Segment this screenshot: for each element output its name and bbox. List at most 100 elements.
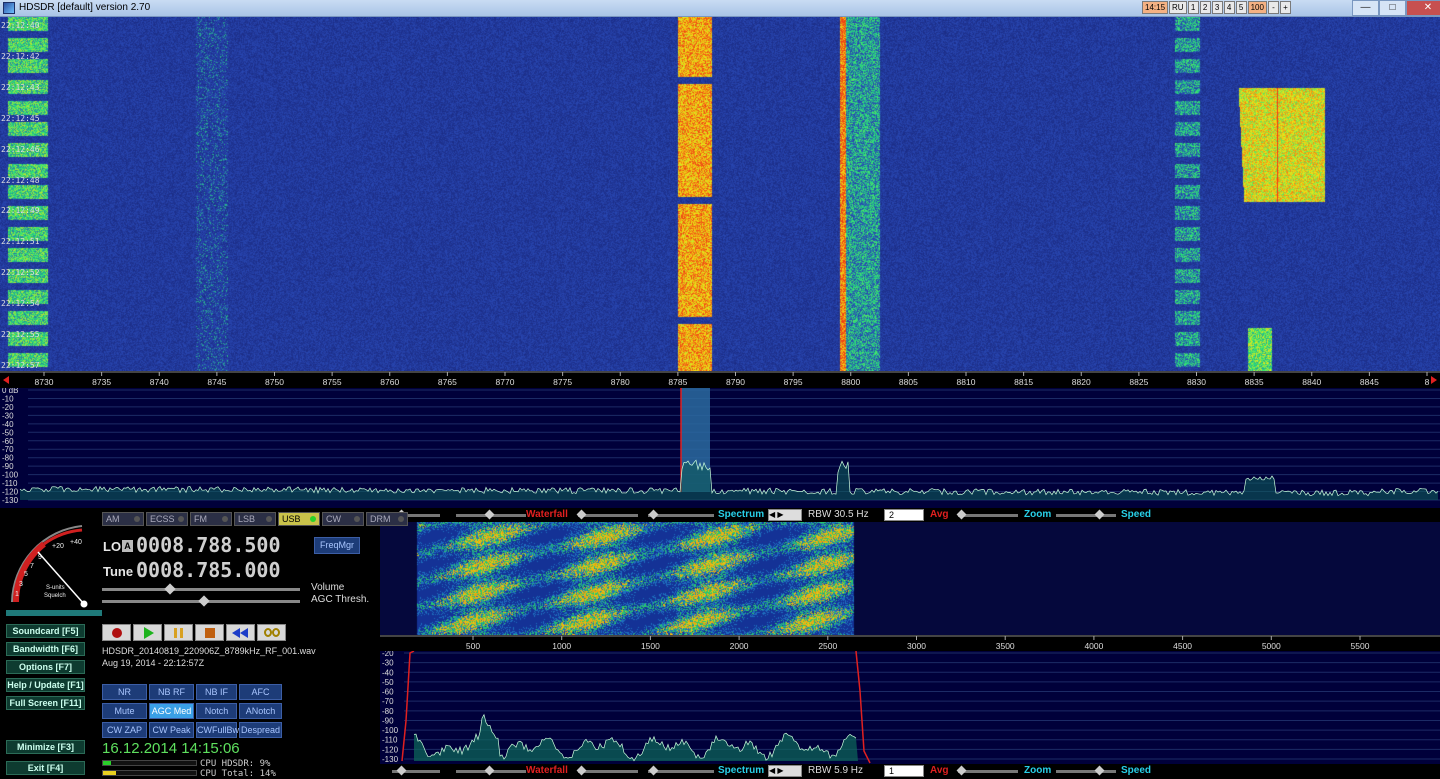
rf-avg-select[interactable]: 2 <box>884 509 924 521</box>
bandwidth-button[interactable]: Bandwidth [F6] <box>6 642 85 656</box>
preset-3-button[interactable]: 3 <box>1211 1 1223 14</box>
loop-icon[interactable] <box>257 624 286 641</box>
af-db-label: -90 <box>382 716 394 725</box>
full-screen-button[interactable]: Full Screen [F11] <box>6 696 85 710</box>
af-freq-label: 1000 <box>552 641 571 651</box>
s-meter: +40 +20 9 7 5 3 1 S-units Squelch <box>11 525 88 608</box>
squelch-knob[interactable] <box>80 600 88 608</box>
mode-usb-button[interactable]: USB <box>278 512 320 526</box>
mute-button[interactable]: Mute <box>102 703 147 719</box>
af-rbw-stepper[interactable]: ◀ ▶ <box>768 765 802 777</box>
rewind-icon[interactable] <box>226 624 255 641</box>
clock-button[interactable]: 14:15 <box>1142 1 1169 14</box>
rf-wf-brightness-slider[interactable] <box>456 509 526 520</box>
close-icon[interactable]: ✕ <box>1406 0 1440 16</box>
minimize-button[interactable]: Minimize [F3] <box>6 740 85 754</box>
nr-button[interactable]: NR <box>102 684 147 700</box>
transport-controls <box>102 624 286 641</box>
af-spectrum[interactable]: -20-30-40-50-60-70-80-90-100-110-120-130 <box>380 651 1440 764</box>
freq-label: 8840 <box>1302 377 1321 387</box>
af-freq-label: 500 <box>466 641 480 651</box>
scroll-left-icon[interactable] <box>3 376 9 384</box>
mode-drm-button[interactable]: DRM <box>366 512 408 526</box>
af-db-label: -70 <box>382 697 394 706</box>
maximize-icon[interactable]: □ <box>1379 0 1406 16</box>
exit-button[interactable]: Exit [F4] <box>6 761 85 775</box>
af-db-label: -110 <box>382 736 398 745</box>
language-button[interactable]: RU <box>1169 1 1187 14</box>
freq-label: 8830 <box>1187 377 1206 387</box>
mode-lsb-button[interactable]: LSB <box>234 512 276 526</box>
af-frequency-scale[interactable]: 500 1000 1500 2000 2500 3000 3500 4000 4500 5000 5… <box>380 635 1440 651</box>
nb-if-button[interactable]: NB IF <box>196 684 237 700</box>
anotch-button[interactable]: ANotch <box>239 703 282 719</box>
nb-rf-button[interactable]: NB RF <box>149 684 194 700</box>
freq-label: 8815 <box>1014 377 1033 387</box>
zoom-out-button[interactable]: - <box>1267 1 1279 14</box>
scroll-right-icon[interactable] <box>1431 376 1437 384</box>
af-zoom-slider[interactable] <box>956 765 1018 776</box>
lo-frequency-display[interactable]: 0008.788.500 <box>136 533 281 557</box>
af-avg-select[interactable]: 1 <box>884 765 924 777</box>
soundcard-button[interactable]: Soundcard [F5] <box>6 624 85 638</box>
lo-lock-button[interactable]: A <box>122 540 133 552</box>
cw-peak-button[interactable]: CW Peak <box>149 722 194 738</box>
rf-zoom-slider[interactable] <box>956 509 1018 520</box>
af-freq-label: 3500 <box>996 641 1015 651</box>
mode-fm-button[interactable]: FM <box>190 512 232 526</box>
af-waterfall[interactable] <box>380 522 1440 635</box>
zoom-percent-button[interactable]: 100 <box>1247 1 1267 14</box>
minimize-icon[interactable]: — <box>1352 0 1379 16</box>
squelch-bar[interactable] <box>6 610 102 616</box>
options-button[interactable]: Options [F7] <box>6 660 85 674</box>
zoom-in-button[interactable]: + <box>1279 1 1291 14</box>
stop-icon[interactable] <box>195 624 224 641</box>
freq-label: 8730 <box>35 377 54 387</box>
rf-spectrum[interactable]: 0 dB-10-20-30-40-50-60-70-80-90-100-110-… <box>0 388 1440 508</box>
volume-slider[interactable] <box>102 583 300 595</box>
despread-button[interactable]: Despread <box>239 722 282 738</box>
mode-ecss-button[interactable]: ECSS <box>146 512 188 526</box>
af-wf-contrast-slider[interactable] <box>392 765 440 776</box>
preset-4-button[interactable]: 4 <box>1223 1 1235 14</box>
smeter-label-7: 7 <box>30 563 34 570</box>
af-wf-brightness-slider[interactable] <box>456 765 526 776</box>
rf-sp-brightness-slider[interactable] <box>648 509 714 520</box>
tune-label: Tune <box>103 564 134 579</box>
cw-zap-button[interactable]: CW ZAP <box>102 722 147 738</box>
rf-waterfall[interactable] <box>0 17 1440 371</box>
preset-1-button[interactable]: 1 <box>1187 1 1199 14</box>
af-waterfall-label: Waterfall <box>526 765 568 776</box>
rf-rbw-stepper[interactable]: ◀ ▶ <box>768 509 802 521</box>
freq-label: 8790 <box>726 377 745 387</box>
af-speed-slider[interactable] <box>1056 765 1116 776</box>
af-rbw-label: RBW 5.9 Hz <box>808 765 864 776</box>
agc-med-button[interactable]: AGC Med <box>149 703 194 719</box>
preset-2-button[interactable]: 2 <box>1199 1 1211 14</box>
time-label: 22:12:48 <box>1 175 40 185</box>
tune-frequency-display[interactable]: 0008.785.000 <box>136 558 281 582</box>
freq-label: 8810 <box>957 377 976 387</box>
freq-label: 8765 <box>438 377 457 387</box>
help-update-button[interactable]: Help / Update [F1] <box>6 678 85 692</box>
rf-frequency-scale[interactable]: 8730 8735 8740 8745 8750 8755 8760 8765 8770 8775… <box>0 371 1440 388</box>
cw-fullbw-button[interactable]: CWFullBw <box>196 722 239 738</box>
afc-button[interactable]: AFC <box>239 684 282 700</box>
time-label: 22:12:54 <box>1 299 40 309</box>
af-sp-contrast-slider[interactable] <box>576 765 638 776</box>
rf-speed-slider[interactable] <box>1056 509 1116 520</box>
freqmgr-button[interactable]: FreqMgr <box>314 537 360 554</box>
mode-am-button[interactable]: AM <box>102 512 144 526</box>
af-sp-brightness-slider[interactable] <box>648 765 714 776</box>
preset-5-button[interactable]: 5 <box>1235 1 1247 14</box>
af-spectrum-label: Spectrum <box>718 765 765 776</box>
play-icon[interactable] <box>133 624 162 641</box>
smeter-label-3: 3 <box>19 581 23 588</box>
mode-cw-button[interactable]: CW <box>322 512 364 526</box>
pause-icon[interactable] <box>164 624 193 641</box>
record-icon[interactable] <box>102 624 131 641</box>
rf-sp-contrast-slider[interactable] <box>576 509 638 520</box>
agc-thresh-slider[interactable] <box>102 595 300 607</box>
cpu-hdsdr-bar <box>102 760 197 766</box>
notch-button[interactable]: Notch <box>196 703 237 719</box>
